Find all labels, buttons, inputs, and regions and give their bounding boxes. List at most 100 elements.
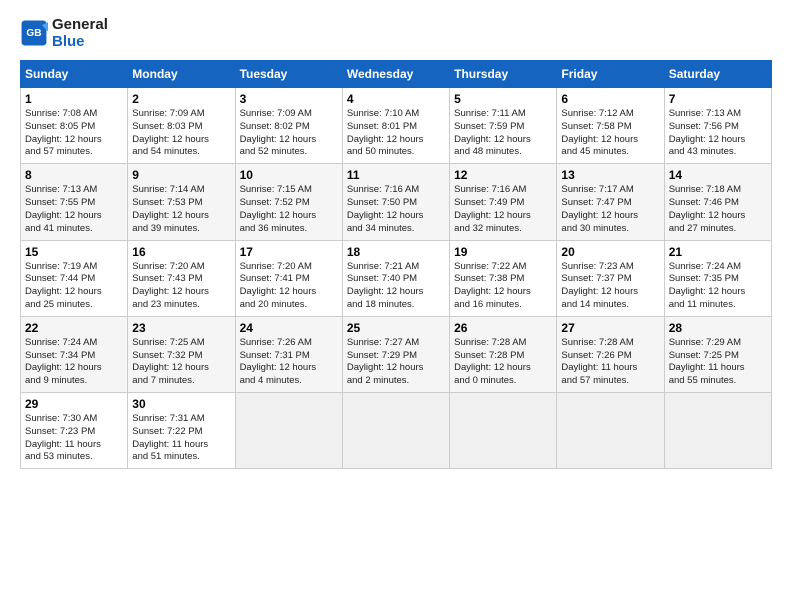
day-number: 11	[347, 168, 445, 182]
calendar-cell-1-4: 12 Sunrise: 7:16 AM Sunset: 7:49 PM Dayli…	[450, 164, 557, 240]
day-detail: Sunrise: 7:27 AM Sunset: 7:29 PM Dayligh…	[347, 337, 445, 388]
calendar-cell-4-3	[342, 393, 449, 469]
calendar-cell-2-5: 20Sunrise: 7:23 AM Sunset: 7:37 PM Dayli…	[557, 240, 664, 316]
calendar-cell-2-1: 16 Sunrise: 7:20 AM Sunset: 7:43 PM Dayli…	[128, 240, 235, 316]
day-number: 12	[454, 168, 552, 182]
day-detail: Sunrise: 7:24 AM Sunset: 7:34 PM Dayligh…	[25, 337, 123, 388]
day-detail: Sunrise: 7:26 AM Sunset: 7:31 PM Dayligh…	[240, 337, 338, 388]
weekday-header-monday: Monday	[128, 61, 235, 88]
day-detail: Sunrise: 7:28 AM Sunset: 7:26 PM Dayligh…	[561, 337, 659, 388]
day-detail: Sunrise: 7:24 AM Sunset: 7:35 PM Dayligh…	[669, 261, 767, 312]
day-number: 5	[454, 92, 552, 106]
calendar-week-0: 1Sunrise: 7:08 AM Sunset: 8:05 PM Daylig…	[21, 88, 772, 164]
calendar-cell-4-6	[664, 393, 771, 469]
logo-icon: GB	[20, 19, 48, 47]
day-number: 10	[240, 168, 338, 182]
calendar-cell-0-1: 2 Sunrise: 7:09 AM Sunset: 8:03 PM Daylig…	[128, 88, 235, 164]
day-number: 24	[240, 321, 338, 335]
weekday-header-friday: Friday	[557, 61, 664, 88]
day-number: 20	[561, 245, 659, 259]
calendar-week-3: 22 Sunrise: 7:24 AM Sunset: 7:34 PM Dayli…	[21, 316, 772, 392]
weekday-header-thursday: Thursday	[450, 61, 557, 88]
day-detail: Sunrise: 7:12 AM Sunset: 7:58 PM Dayligh…	[561, 108, 659, 159]
header: GB General Blue	[20, 16, 772, 54]
day-detail: Sunrise: 7:13 AM Sunset: 7:56 PM Dayligh…	[669, 108, 767, 159]
page: GB General Blue SundayMondayTuesdayWedne…	[0, 0, 792, 612]
calendar-cell-3-2: 24 Sunrise: 7:26 AM Sunset: 7:31 PM Dayli…	[235, 316, 342, 392]
day-number: 14	[669, 168, 767, 182]
day-number: 2	[132, 92, 230, 106]
calendar-cell-0-3: 4Sunrise: 7:10 AM Sunset: 8:01 PM Daylig…	[342, 88, 449, 164]
day-detail: Sunrise: 7:13 AM Sunset: 7:55 PM Dayligh…	[25, 184, 123, 235]
day-number: 30	[132, 397, 230, 411]
calendar-cell-4-4	[450, 393, 557, 469]
day-detail: Sunrise: 7:22 AM Sunset: 7:38 PM Dayligh…	[454, 261, 552, 312]
header-row: SundayMondayTuesdayWednesdayThursdayFrid…	[21, 61, 772, 88]
calendar-cell-0-6: 7 Sunrise: 7:13 AM Sunset: 7:56 PM Daylig…	[664, 88, 771, 164]
day-detail: Sunrise: 7:09 AM Sunset: 8:03 PM Dayligh…	[132, 108, 230, 159]
day-number: 25	[347, 321, 445, 335]
day-detail: Sunrise: 7:20 AM Sunset: 7:43 PM Dayligh…	[132, 261, 230, 312]
calendar-cell-2-3: 18 Sunrise: 7:21 AM Sunset: 7:40 PM Dayli…	[342, 240, 449, 316]
svg-text:GB: GB	[26, 28, 41, 39]
day-number: 8	[25, 168, 123, 182]
calendar-cell-4-2	[235, 393, 342, 469]
day-number: 9	[132, 168, 230, 182]
calendar-week-4: 29 Sunrise: 7:30 AM Sunset: 7:23 PM Dayli…	[21, 393, 772, 469]
day-detail: Sunrise: 7:30 AM Sunset: 7:23 PM Dayligh…	[25, 413, 123, 464]
day-number: 21	[669, 245, 767, 259]
calendar-cell-0-5: 6 Sunrise: 7:12 AM Sunset: 7:58 PM Daylig…	[557, 88, 664, 164]
calendar-cell-4-0: 29 Sunrise: 7:30 AM Sunset: 7:23 PM Dayli…	[21, 393, 128, 469]
day-number: 19	[454, 245, 552, 259]
calendar-cell-1-5: 13Sunrise: 7:17 AM Sunset: 7:47 PM Dayli…	[557, 164, 664, 240]
day-number: 6	[561, 92, 659, 106]
calendar-cell-1-3: 11 Sunrise: 7:16 AM Sunset: 7:50 PM Dayli…	[342, 164, 449, 240]
day-detail: Sunrise: 7:11 AM Sunset: 7:59 PM Dayligh…	[454, 108, 552, 159]
day-detail: Sunrise: 7:19 AM Sunset: 7:44 PM Dayligh…	[25, 261, 123, 312]
day-number: 16	[132, 245, 230, 259]
calendar-cell-2-6: 21 Sunrise: 7:24 AM Sunset: 7:35 PM Dayli…	[664, 240, 771, 316]
day-detail: Sunrise: 7:20 AM Sunset: 7:41 PM Dayligh…	[240, 261, 338, 312]
calendar-cell-3-0: 22 Sunrise: 7:24 AM Sunset: 7:34 PM Dayli…	[21, 316, 128, 392]
day-detail: Sunrise: 7:16 AM Sunset: 7:50 PM Dayligh…	[347, 184, 445, 235]
calendar-cell-3-3: 25 Sunrise: 7:27 AM Sunset: 7:29 PM Dayli…	[342, 316, 449, 392]
calendar-cell-2-0: 15Sunrise: 7:19 AM Sunset: 7:44 PM Dayli…	[21, 240, 128, 316]
day-detail: Sunrise: 7:15 AM Sunset: 7:52 PM Dayligh…	[240, 184, 338, 235]
calendar-cell-4-1: 30Sunrise: 7:31 AM Sunset: 7:22 PM Dayli…	[128, 393, 235, 469]
calendar-cell-2-2: 17 Sunrise: 7:20 AM Sunset: 7:41 PM Dayli…	[235, 240, 342, 316]
day-detail: Sunrise: 7:29 AM Sunset: 7:25 PM Dayligh…	[669, 337, 767, 388]
calendar-cell-3-6: 28 Sunrise: 7:29 AM Sunset: 7:25 PM Dayli…	[664, 316, 771, 392]
day-detail: Sunrise: 7:10 AM Sunset: 8:01 PM Dayligh…	[347, 108, 445, 159]
day-detail: Sunrise: 7:16 AM Sunset: 7:49 PM Dayligh…	[454, 184, 552, 235]
calendar-cell-4-5	[557, 393, 664, 469]
calendar-cell-2-4: 19 Sunrise: 7:22 AM Sunset: 7:38 PM Dayli…	[450, 240, 557, 316]
day-number: 28	[669, 321, 767, 335]
calendar-cell-1-6: 14 Sunrise: 7:18 AM Sunset: 7:46 PM Dayli…	[664, 164, 771, 240]
day-detail: Sunrise: 7:25 AM Sunset: 7:32 PM Dayligh…	[132, 337, 230, 388]
calendar-table: SundayMondayTuesdayWednesdayThursdayFrid…	[20, 60, 772, 469]
day-number: 27	[561, 321, 659, 335]
day-number: 23	[132, 321, 230, 335]
logo-text: General Blue	[52, 16, 108, 50]
day-number: 26	[454, 321, 552, 335]
day-detail: Sunrise: 7:18 AM Sunset: 7:46 PM Dayligh…	[669, 184, 767, 235]
day-number: 18	[347, 245, 445, 259]
calendar-cell-3-4: 26 Sunrise: 7:28 AM Sunset: 7:28 PM Dayli…	[450, 316, 557, 392]
day-detail: Sunrise: 7:28 AM Sunset: 7:28 PM Dayligh…	[454, 337, 552, 388]
calendar-cell-3-1: 23 Sunrise: 7:25 AM Sunset: 7:32 PM Dayli…	[128, 316, 235, 392]
weekday-header-sunday: Sunday	[21, 61, 128, 88]
day-number: 7	[669, 92, 767, 106]
logo-line2: Blue	[52, 33, 108, 50]
day-number: 17	[240, 245, 338, 259]
weekday-header-tuesday: Tuesday	[235, 61, 342, 88]
day-detail: Sunrise: 7:17 AM Sunset: 7:47 PM Dayligh…	[561, 184, 659, 235]
day-detail: Sunrise: 7:14 AM Sunset: 7:53 PM Dayligh…	[132, 184, 230, 235]
calendar-cell-0-0: 1Sunrise: 7:08 AM Sunset: 8:05 PM Daylig…	[21, 88, 128, 164]
day-number: 29	[25, 397, 123, 411]
day-detail: Sunrise: 7:09 AM Sunset: 8:02 PM Dayligh…	[240, 108, 338, 159]
day-number: 3	[240, 92, 338, 106]
logo-line1: General	[52, 16, 108, 33]
day-number: 22	[25, 321, 123, 335]
day-number: 1	[25, 92, 123, 106]
day-detail: Sunrise: 7:21 AM Sunset: 7:40 PM Dayligh…	[347, 261, 445, 312]
